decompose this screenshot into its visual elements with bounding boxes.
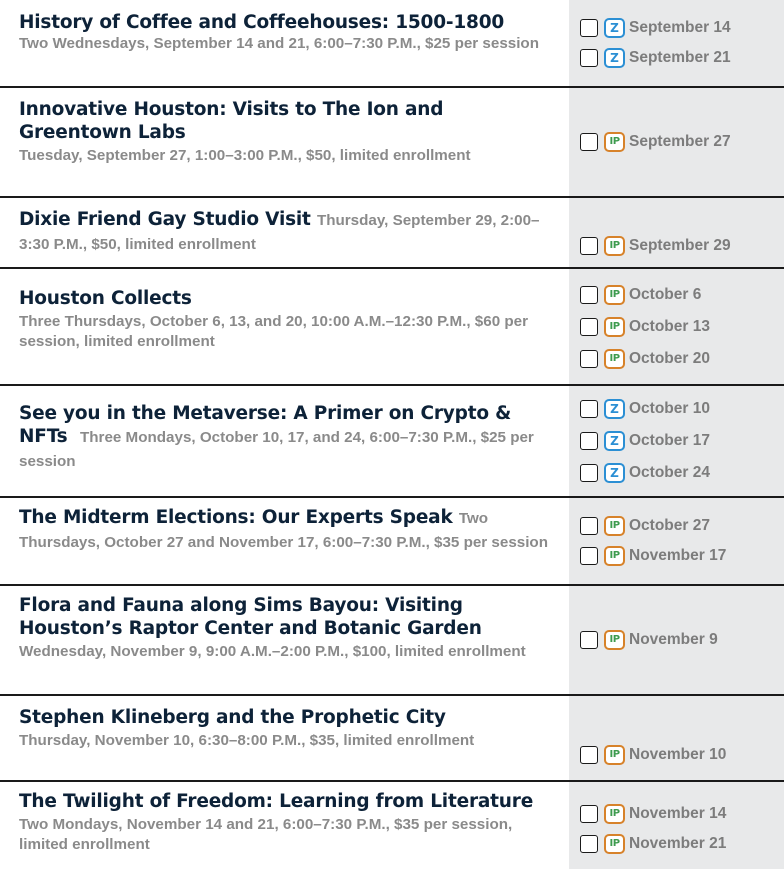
session-checkbox[interactable] xyxy=(580,804,598,823)
session-option[interactable]: IP November 9 xyxy=(580,627,784,653)
in-person-icon: IP xyxy=(604,803,625,824)
session-option[interactable]: IP November 14 xyxy=(580,801,784,827)
session-option[interactable]: IP November 10 xyxy=(580,742,784,768)
session-option[interactable]: IP October 27 xyxy=(580,513,784,539)
in-person-icon: IP xyxy=(604,546,625,566)
course-title: Innovative Houston: Visits to The Ion an… xyxy=(19,99,444,143)
session-date: September 21 xyxy=(629,49,731,66)
course-title: The Midterm Elections: Our Experts Speak xyxy=(19,507,453,528)
session-checkbox[interactable] xyxy=(580,400,598,418)
session-date: September 14 xyxy=(629,19,731,36)
course-row: See you in the Metaverse: A Primer on Cr… xyxy=(0,386,784,498)
course-title: Houston Collects xyxy=(19,288,192,309)
course-row: The Midterm Elections: Our Experts Speak… xyxy=(0,498,784,586)
session-checkbox[interactable] xyxy=(580,432,598,450)
session-checkbox[interactable] xyxy=(580,464,598,482)
session-option[interactable]: IP October 13 xyxy=(580,314,784,340)
course-title-line: Dixie Friend Gay Studio Visit Thursday, … xyxy=(19,208,557,256)
course-row: Innovative Houston: Visits to The Ion an… xyxy=(0,88,784,198)
course-listing: History of Coffee and Coffeehouses: 1500… xyxy=(0,0,784,869)
course-title: Flora and Fauna along Sims Bayou: Visiti… xyxy=(19,595,482,639)
course-details: Two Wednesdays, September 14 and 21, 6:0… xyxy=(19,35,539,52)
session-date: October 17 xyxy=(629,432,710,449)
session-checkbox[interactable] xyxy=(580,349,598,368)
course-details: Three Mondays, October 10, 17, and 24, 6… xyxy=(19,429,534,470)
session-checkbox[interactable] xyxy=(580,19,598,37)
course-details: Two Mondays, November 14 and 21, 6:00–7:… xyxy=(19,816,513,853)
session-option[interactable]: IP October 20 xyxy=(580,346,784,372)
session-date: October 20 xyxy=(629,349,710,367)
session-date: October 10 xyxy=(629,400,710,417)
in-person-icon: IP xyxy=(604,630,625,650)
session-date: September 29 xyxy=(629,237,731,254)
course-details: Tuesday, September 27, 1:00–3:00 P.M., $… xyxy=(19,147,471,164)
course-details: Three Thursdays, October 6, 13, and 20, … xyxy=(19,313,529,350)
zoom-icon: Z xyxy=(604,399,625,419)
session-checkbox[interactable] xyxy=(580,133,598,151)
in-person-icon: IP xyxy=(604,745,625,765)
zoom-icon: Z xyxy=(604,431,625,451)
session-option[interactable]: IP October 6 xyxy=(580,282,784,308)
session-date: October 6 xyxy=(629,285,702,303)
course-title: The Twilight of Freedom: Learning from L… xyxy=(19,791,534,812)
session-date: November 17 xyxy=(629,547,727,564)
in-person-icon: IP xyxy=(604,516,625,536)
session-date: October 13 xyxy=(629,317,710,335)
session-date: November 14 xyxy=(629,804,727,822)
course-title-line: See you in the Metaverse: A Primer on Cr… xyxy=(19,402,559,473)
session-date: November 9 xyxy=(629,631,718,648)
session-option[interactable]: Z October 10 xyxy=(580,396,784,422)
session-option[interactable]: Z September 14 xyxy=(580,15,784,41)
session-option[interactable]: IP November 21 xyxy=(580,831,784,857)
course-title: Dixie Friend Gay Studio Visit xyxy=(19,209,311,230)
session-date: November 21 xyxy=(629,834,727,852)
in-person-icon: IP xyxy=(604,236,625,256)
session-option[interactable]: Z October 17 xyxy=(580,428,784,454)
session-date: October 27 xyxy=(629,517,710,534)
session-option[interactable]: IP September 29 xyxy=(580,233,784,259)
session-checkbox[interactable] xyxy=(580,49,598,67)
zoom-icon: Z xyxy=(604,18,625,38)
session-date: October 24 xyxy=(629,464,710,481)
session-option[interactable]: IP September 27 xyxy=(580,129,784,155)
session-option[interactable]: IP November 17 xyxy=(580,543,784,569)
course-title: Stephen Klineberg and the Prophetic City xyxy=(19,707,446,728)
session-checkbox[interactable] xyxy=(580,285,598,304)
course-row: History of Coffee and Coffeehouses: 1500… xyxy=(0,0,784,88)
in-person-icon: IP xyxy=(604,132,625,152)
course-title-line: The Midterm Elections: Our Experts Speak… xyxy=(19,506,557,554)
session-checkbox[interactable] xyxy=(580,834,598,853)
in-person-icon: IP xyxy=(604,833,625,854)
course-details: Thursday, November 10, 6:30–8:00 P.M., $… xyxy=(19,732,475,749)
course-row: Dixie Friend Gay Studio Visit Thursday, … xyxy=(0,198,784,269)
course-row: Flora and Fauna along Sims Bayou: Visiti… xyxy=(0,586,784,696)
zoom-icon: Z xyxy=(604,48,625,68)
course-title: History of Coffee and Coffeehouses: 1500… xyxy=(19,12,505,33)
session-option[interactable]: Z September 21 xyxy=(580,45,784,71)
session-date: November 10 xyxy=(629,746,727,763)
course-row: Houston Collects Three Thursdays, Octobe… xyxy=(0,269,784,386)
in-person-icon: IP xyxy=(604,284,625,305)
session-checkbox[interactable] xyxy=(580,317,598,336)
session-checkbox[interactable] xyxy=(580,517,598,535)
session-checkbox[interactable] xyxy=(580,547,598,565)
course-details: Wednesday, November 9, 9:00 A.M.–2:00 P.… xyxy=(19,643,526,660)
course-row: Stephen Klineberg and the Prophetic City… xyxy=(0,696,784,782)
in-person-icon: IP xyxy=(604,348,625,369)
session-option[interactable]: Z October 24 xyxy=(580,460,784,486)
session-checkbox[interactable] xyxy=(580,237,598,255)
session-checkbox[interactable] xyxy=(580,746,598,764)
zoom-icon: Z xyxy=(604,463,625,483)
session-date: September 27 xyxy=(629,133,731,150)
course-row: The Twilight of Freedom: Learning from L… xyxy=(0,782,784,869)
session-checkbox[interactable] xyxy=(580,631,598,649)
in-person-icon: IP xyxy=(604,316,625,337)
